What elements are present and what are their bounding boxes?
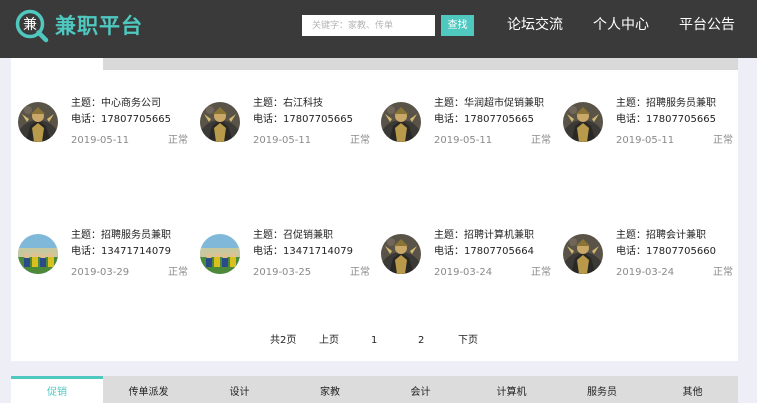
avatar[interactable]	[18, 234, 58, 274]
avatar[interactable]	[381, 234, 421, 274]
panel-top-strip	[103, 58, 738, 70]
listing-phone: 电话：13471714079	[253, 246, 353, 257]
listing-phone: 电话：17807705665	[616, 114, 716, 125]
listing-status: 正常	[713, 267, 733, 278]
logo-text[interactable]: 兼职平台	[55, 12, 143, 40]
listing-phone: 电话：17807705665	[71, 114, 171, 125]
listing-phone: 电话：17807705660	[616, 246, 716, 257]
listing-status: 正常	[168, 267, 188, 278]
search-input[interactable]	[302, 15, 435, 36]
listing-title[interactable]: 主题：右江科技	[253, 97, 323, 111]
listing-date: 2019-03-24	[434, 267, 493, 278]
tab-flyer-distribution[interactable]: 传单派发	[103, 376, 194, 403]
listing-date: 2019-05-11	[616, 135, 675, 146]
listing-phone: 电话：13471714079	[71, 246, 171, 257]
listing-card[interactable]: 主题：华润超市促销兼职 电话：17807705665 2019-05-11 正常	[381, 97, 551, 157]
pagination: 共2页 上页 1 2 下页	[11, 334, 738, 348]
listing-date: 2019-03-25	[253, 267, 312, 278]
listing-date: 2019-03-29	[71, 267, 130, 278]
page-link-2[interactable]: 2	[418, 334, 424, 348]
listing-status: 正常	[350, 267, 370, 278]
listing-status: 正常	[168, 135, 188, 146]
page-total: 共2页	[270, 335, 297, 346]
top-header: 兼 兼职平台 查找 论坛交流 个人中心 平台公告	[0, 0, 757, 58]
listing-status: 正常	[713, 135, 733, 146]
listing-title[interactable]: 主题：招聘会计兼职	[616, 229, 706, 243]
listing-status: 正常	[531, 135, 551, 146]
tab-accounting[interactable]: 会计	[375, 376, 466, 403]
avatar[interactable]	[200, 102, 240, 142]
listing-phone: 电话：17807705665	[253, 114, 353, 125]
logo-icon[interactable]: 兼	[14, 8, 50, 44]
tab-computer[interactable]: 计算机	[466, 376, 557, 403]
nav-announcements[interactable]: 平台公告	[679, 14, 735, 36]
listing-status: 正常	[350, 135, 370, 146]
listing-title[interactable]: 主题：中心商务公司	[71, 97, 161, 111]
tab-waiter[interactable]: 服务员	[557, 376, 647, 403]
listing-card[interactable]: 主题：召促销兼职 电话：13471714079 2019-03-25 正常	[200, 229, 370, 289]
listing-title[interactable]: 主题：招聘服务员兼职	[71, 229, 171, 243]
tab-other[interactable]: 其他	[647, 376, 738, 403]
listing-title[interactable]: 主题：招聘计算机兼职	[434, 229, 534, 243]
prev-page-link[interactable]: 上页	[319, 334, 339, 348]
listing-date: 2019-03-24	[616, 267, 675, 278]
listing-phone: 电话：17807705664	[434, 246, 534, 257]
tab-design[interactable]: 设计	[194, 376, 285, 403]
category-tab-bar: 促销 传单派发 设计 家教 会计 计算机 服务员 其他	[11, 376, 738, 403]
listing-phone: 电话：17807705665	[434, 114, 534, 125]
listing-card[interactable]: 主题：招聘服务员兼职 电话：13471714079 2019-03-29 正常	[18, 229, 188, 289]
listing-title[interactable]: 主题：召促销兼职	[253, 229, 333, 243]
listing-title[interactable]: 主题：招聘服务员兼职	[616, 97, 716, 111]
listing-panel: 主题：中心商务公司 电话：17807705665 2019-05-11 正常 主…	[11, 58, 738, 361]
tab-tutoring[interactable]: 家教	[285, 376, 375, 403]
listing-date: 2019-05-11	[71, 135, 130, 146]
listing-card[interactable]: 主题：招聘计算机兼职 电话：17807705664 2019-03-24 正常	[381, 229, 551, 289]
listing-date: 2019-05-11	[434, 135, 493, 146]
listing-card[interactable]: 主题：中心商务公司 电话：17807705665 2019-05-11 正常	[18, 97, 188, 157]
listing-title[interactable]: 主题：华润超市促销兼职	[434, 97, 544, 111]
logo-glyph: 兼	[23, 17, 37, 33]
listing-card[interactable]: 主题：招聘会计兼职 电话：17807705660 2019-03-24 正常	[563, 229, 733, 289]
next-page-link[interactable]: 下页	[458, 334, 478, 348]
listing-status: 正常	[531, 267, 551, 278]
listing-card[interactable]: 主题：招聘服务员兼职 电话：17807705665 2019-05-11 正常	[563, 97, 733, 157]
avatar[interactable]	[200, 234, 240, 274]
listing-date: 2019-05-11	[253, 135, 312, 146]
avatar[interactable]	[563, 102, 603, 142]
nav-forum[interactable]: 论坛交流	[507, 14, 563, 36]
tab-promotion[interactable]: 促销	[11, 376, 103, 403]
page-link-1[interactable]: 1	[371, 334, 377, 348]
avatar[interactable]	[18, 102, 58, 142]
search-button[interactable]: 查找	[441, 15, 474, 36]
nav-personal-center[interactable]: 个人中心	[593, 14, 649, 36]
avatar[interactable]	[381, 102, 421, 142]
avatar[interactable]	[563, 234, 603, 274]
listing-card[interactable]: 主题：右江科技 电话：17807705665 2019-05-11 正常	[200, 97, 370, 157]
